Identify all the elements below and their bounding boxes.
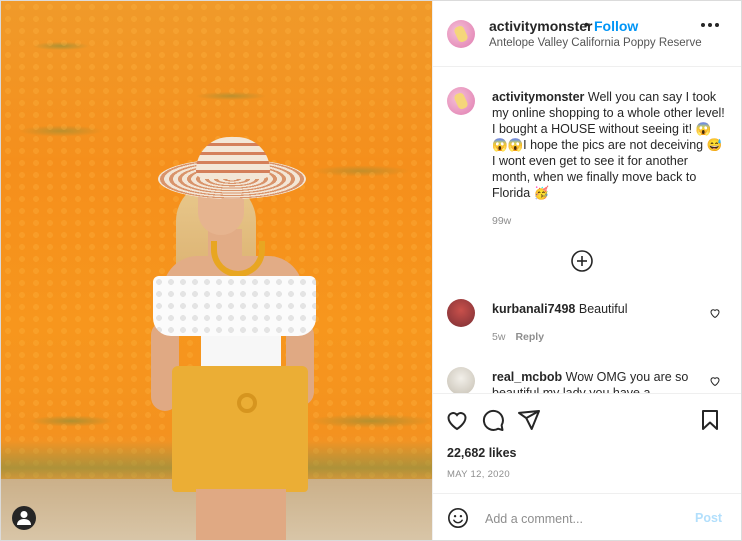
follow-separator: • <box>584 16 589 32</box>
comment-time[interactable]: 5w <box>492 331 505 343</box>
caption-avatar[interactable] <box>447 87 475 115</box>
comment-text: real_mcbob Wow OMG you are so beautiful … <box>492 369 712 393</box>
commenter-avatar[interactable] <box>447 367 475 393</box>
comment-item: real_mcbob Wow OMG you are so beautiful … <box>433 367 741 393</box>
post-date[interactable]: MAY 12, 2020 <box>447 469 510 480</box>
caption-body: Well you can say I took my online shoppi… <box>492 90 725 200</box>
caption-username[interactable]: activitymonster <box>492 90 584 104</box>
caption-time[interactable]: 99w <box>492 215 511 227</box>
comment-like-icon[interactable] <box>709 307 721 319</box>
comment-like-icon[interactable] <box>709 375 721 387</box>
comment-item: kurbanali7498 Beautiful 5w Reply <box>433 299 741 349</box>
author-username[interactable]: activitymonster <box>489 18 592 34</box>
like-heart-icon[interactable] <box>445 408 469 432</box>
comment-text: kurbanali7498 Beautiful <box>492 301 712 317</box>
likes-count[interactable]: 22,682 likes <box>447 446 517 460</box>
post-comment-button[interactable]: Post <box>695 511 722 525</box>
more-options-icon[interactable] <box>701 23 719 29</box>
comment-meta: 5w Reply <box>492 331 544 343</box>
share-send-icon[interactable] <box>517 408 541 432</box>
comment-bubble-icon[interactable] <box>481 408 505 432</box>
add-comment-input[interactable] <box>483 508 687 530</box>
commenter-avatar[interactable] <box>447 299 475 327</box>
tagged-users-button[interactable] <box>12 506 36 530</box>
save-bookmark-icon[interactable] <box>698 408 722 432</box>
post-header: activitymonster • Follow Antelope Valley… <box>433 1 741 67</box>
caption-text: activitymonster Well you can say I took … <box>492 89 725 201</box>
commenter-username[interactable]: real_mcbob <box>492 370 562 384</box>
woman-legs <box>196 489 286 540</box>
belt-buckle <box>237 393 257 413</box>
user-icon <box>17 511 31 525</box>
instagram-post-modal: activitymonster • Follow Antelope Valley… <box>0 0 742 541</box>
follow-button[interactable]: Follow <box>594 18 638 34</box>
reply-button[interactable]: Reply <box>515 331 544 343</box>
comment-body: Beautiful <box>575 302 628 316</box>
post-photo[interactable] <box>1 1 432 540</box>
emoji-smiley-icon[interactable] <box>447 507 469 529</box>
location-link[interactable]: Antelope Valley California Poppy Reserve <box>489 37 702 49</box>
author-avatar[interactable] <box>447 20 475 48</box>
add-comment-bar: Post <box>433 493 741 540</box>
white-lace-top <box>153 276 316 336</box>
commenter-username[interactable]: kurbanali7498 <box>492 302 575 316</box>
post-side-panel: activitymonster • Follow Antelope Valley… <box>432 1 741 540</box>
post-actions: 22,682 likes MAY 12, 2020 <box>433 393 741 494</box>
comments-section: activitymonster Well you can say I took … <box>433 67 741 393</box>
yellow-shorts <box>172 366 308 492</box>
load-more-comments-icon[interactable] <box>571 250 593 272</box>
